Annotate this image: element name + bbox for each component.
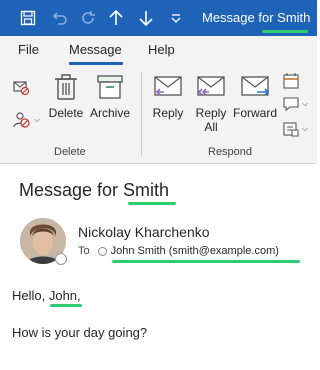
- down-arrow-icon[interactable]: [132, 4, 160, 32]
- tab-help[interactable]: Help: [148, 42, 175, 57]
- reply-all-button[interactable]: Reply All: [192, 72, 230, 134]
- chevron-down-icon: ⌵: [302, 124, 309, 133]
- forward-icon: [241, 76, 270, 96]
- recipient-presence-icon: [97, 246, 107, 256]
- ignore-button[interactable]: [12, 78, 30, 96]
- calendar-icon: [283, 73, 299, 89]
- respond-group-label: Respond: [208, 146, 253, 158]
- junk-icon: [13, 112, 30, 128]
- reply-button[interactable]: Reply: [150, 72, 186, 120]
- save-icon[interactable]: [14, 4, 42, 32]
- chevron-down-icon: ⌵: [34, 115, 41, 124]
- archive-icon: [97, 75, 123, 99]
- reply-label: Reply: [152, 106, 184, 120]
- ribbon-tabs: File Message Help: [0, 36, 317, 66]
- tab-file[interactable]: File: [18, 42, 39, 57]
- to-label: To: [78, 245, 90, 257]
- forward-button[interactable]: Forward: [232, 72, 278, 120]
- message-subject: Message for Smith: [19, 180, 170, 200]
- redo-icon[interactable]: [74, 4, 102, 32]
- chat-icon: [283, 97, 299, 112]
- delete-label: Delete: [48, 106, 84, 120]
- ribbon: ⌵ Delete Archive Delete Reply Reply All …: [0, 66, 317, 164]
- more-respond-button[interactable]: ⌵: [282, 120, 308, 138]
- title-highlight-mark: [262, 30, 308, 33]
- reply-all-label-line1: Reply: [195, 106, 227, 120]
- undo-icon[interactable]: [46, 4, 74, 32]
- forward-label: Forward: [232, 106, 277, 120]
- recipient-highlight-mark: [112, 260, 300, 263]
- presence-indicator: [55, 253, 67, 265]
- more-respond-icon: [283, 122, 299, 137]
- window-title: Message for Smith: [202, 10, 311, 25]
- meeting-button[interactable]: [282, 72, 300, 90]
- group-separator: [141, 72, 142, 156]
- customize-icon[interactable]: [162, 4, 190, 32]
- reply-icon: [154, 76, 182, 96]
- im-button[interactable]: ⌵: [282, 96, 308, 112]
- archive-label: Archive: [89, 106, 130, 120]
- active-tab-indicator: [69, 62, 123, 65]
- tab-message[interactable]: Message: [69, 42, 122, 57]
- body-line: How is your day going?: [12, 325, 148, 340]
- trash-icon: [55, 74, 77, 100]
- subject-highlight-mark: [128, 202, 176, 205]
- archive-button[interactable]: Archive: [88, 72, 132, 120]
- ignore-icon: [13, 81, 30, 96]
- to-line: To John Smith (smith@example.com): [78, 245, 279, 257]
- greeting-highlight-mark: [50, 304, 82, 307]
- sender-name[interactable]: Nickolay Kharchenko: [78, 224, 210, 240]
- delete-group-label: Delete: [54, 146, 86, 158]
- up-arrow-icon[interactable]: [102, 4, 130, 32]
- junk-button[interactable]: ⌵: [12, 110, 40, 130]
- recipient[interactable]: John Smith (smith@example.com): [111, 245, 279, 257]
- reply-all-icon: [197, 76, 225, 96]
- reply-all-label-line2: All: [204, 120, 218, 134]
- title-bar: Message for Smith: [0, 0, 317, 36]
- body-greeting: Hello, John,: [12, 288, 81, 303]
- delete-button[interactable]: Delete: [48, 72, 84, 120]
- chevron-down-icon: ⌵: [302, 99, 309, 108]
